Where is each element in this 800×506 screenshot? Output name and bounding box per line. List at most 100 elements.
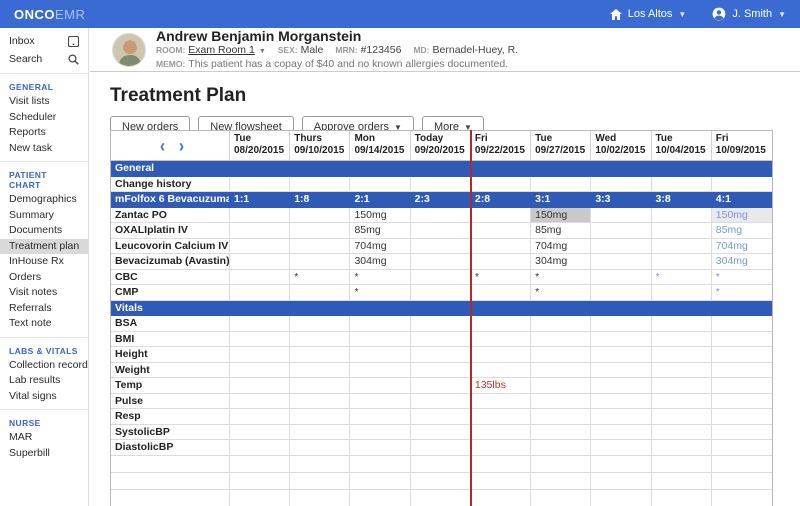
cell-oxaliplatin-iv-10-02-2015[interactable] bbox=[591, 223, 651, 239]
cell-mfolfox-6-bevacuzumab-09-20-2015[interactable]: 2:3 bbox=[411, 192, 471, 208]
cell-bevacizumab-avastin-iv-09-14-2015[interactable]: 304mg bbox=[350, 254, 410, 270]
cell-resp-10-04-2015[interactable] bbox=[652, 409, 712, 425]
cell-bmi-09-10-2015[interactable] bbox=[290, 332, 350, 348]
cell-cmp-09-27-2015[interactable]: * bbox=[531, 285, 591, 301]
cell-leucovorin-calcium-iv-09-10-2015[interactable] bbox=[290, 239, 350, 255]
cell-weight-09-14-2015[interactable] bbox=[350, 363, 410, 379]
column-header-08-20-2015[interactable]: Tue08/20/2015 bbox=[230, 131, 290, 161]
cell-systolicbp-08-20-2015[interactable] bbox=[230, 425, 290, 441]
sidebar-item-search[interactable]: Search bbox=[0, 50, 88, 68]
cell-height-09-22-2015[interactable] bbox=[471, 347, 531, 363]
cell-systolicbp-10-04-2015[interactable] bbox=[652, 425, 712, 441]
cell-systolicbp-09-22-2015[interactable] bbox=[471, 425, 531, 441]
cell-systolicbp-09-14-2015[interactable] bbox=[350, 425, 410, 441]
cell-mfolfox-6-bevacuzumab-08-20-2015[interactable]: 1:1 bbox=[230, 192, 290, 208]
cell-resp-08-20-2015[interactable] bbox=[230, 409, 290, 425]
cell-change-history-10-09-2015[interactable] bbox=[712, 177, 772, 193]
cell-bsa-09-22-2015[interactable] bbox=[471, 316, 531, 332]
next-dates-button[interactable]: › bbox=[179, 138, 184, 156]
sidebar-item-referrals[interactable]: Referrals bbox=[0, 301, 88, 317]
cell-height-08-20-2015[interactable] bbox=[230, 347, 290, 363]
cell-oxaliplatin-iv-10-09-2015[interactable]: 85mg bbox=[712, 223, 772, 239]
cell-temp-09-14-2015[interactable] bbox=[350, 378, 410, 394]
cell-resp-10-09-2015[interactable] bbox=[712, 409, 772, 425]
cell-bevacizumab-avastin-iv-09-22-2015[interactable] bbox=[471, 254, 531, 270]
column-header-09-22-2015[interactable]: Fri09/22/2015 bbox=[471, 131, 531, 161]
cell-zantac-po-08-20-2015[interactable] bbox=[230, 208, 290, 224]
cell-bsa-09-27-2015[interactable] bbox=[531, 316, 591, 332]
cell-cmp-09-22-2015[interactable] bbox=[471, 285, 531, 301]
row-label-weight[interactable]: Weight bbox=[111, 363, 230, 379]
cell-pulse-10-04-2015[interactable] bbox=[652, 394, 712, 410]
cell-oxaliplatin-iv-08-20-2015[interactable] bbox=[230, 223, 290, 239]
cell-zantac-po-09-27-2015[interactable]: 150mg bbox=[531, 208, 591, 224]
cell-diastolicbp-10-09-2015[interactable] bbox=[712, 440, 772, 456]
location-menu[interactable]: Los Altos ▼ bbox=[610, 8, 687, 20]
row-label-cbc[interactable]: CBC bbox=[111, 270, 230, 286]
cell-diastolicbp-09-14-2015[interactable] bbox=[350, 440, 410, 456]
cell-cmp-10-02-2015[interactable] bbox=[591, 285, 651, 301]
cell-pulse-10-09-2015[interactable] bbox=[712, 394, 772, 410]
column-header-09-27-2015[interactable]: Tue09/27/2015 bbox=[531, 131, 591, 161]
cell-height-09-10-2015[interactable] bbox=[290, 347, 350, 363]
row-label-diastolicbp[interactable]: DiastolicBP bbox=[111, 440, 230, 456]
cell-bsa-10-02-2015[interactable] bbox=[591, 316, 651, 332]
cell-bmi-10-09-2015[interactable] bbox=[712, 332, 772, 348]
cell-mfolfox-6-bevacuzumab-09-22-2015[interactable]: 2:8 bbox=[471, 192, 531, 208]
row-label-change-history[interactable]: Change history bbox=[111, 177, 230, 193]
cell-cbc-09-22-2015[interactable]: * bbox=[471, 270, 531, 286]
cell-height-09-14-2015[interactable] bbox=[350, 347, 410, 363]
cell-systolicbp-10-09-2015[interactable] bbox=[712, 425, 772, 441]
cell-weight-09-27-2015[interactable] bbox=[531, 363, 591, 379]
cell-pulse-08-20-2015[interactable] bbox=[230, 394, 290, 410]
sidebar-item-scheduler[interactable]: Scheduler bbox=[0, 110, 88, 126]
cell-leucovorin-calcium-iv-09-20-2015[interactable] bbox=[411, 239, 471, 255]
cell-diastolicbp-09-10-2015[interactable] bbox=[290, 440, 350, 456]
cell-oxaliplatin-iv-09-27-2015[interactable]: 85mg bbox=[531, 223, 591, 239]
sidebar-item-inbox[interactable]: Inbox bbox=[0, 32, 88, 50]
cell-height-10-04-2015[interactable] bbox=[652, 347, 712, 363]
cell-bevacizumab-avastin-iv-10-09-2015[interactable]: 304mg bbox=[712, 254, 772, 270]
sidebar-item-demographics[interactable]: Demographics bbox=[0, 192, 88, 208]
cell-leucovorin-calcium-iv-09-22-2015[interactable] bbox=[471, 239, 531, 255]
cell-weight-09-20-2015[interactable] bbox=[411, 363, 471, 379]
cell-bevacizumab-avastin-iv-09-27-2015[interactable]: 304mg bbox=[531, 254, 591, 270]
cell-bevacizumab-avastin-iv-10-02-2015[interactable] bbox=[591, 254, 651, 270]
cell-bsa-10-04-2015[interactable] bbox=[652, 316, 712, 332]
cell-weight-10-04-2015[interactable] bbox=[652, 363, 712, 379]
cell-oxaliplatin-iv-10-04-2015[interactable] bbox=[652, 223, 712, 239]
cell-cbc-10-09-2015[interactable]: * bbox=[712, 270, 772, 286]
cell-weight-08-20-2015[interactable] bbox=[230, 363, 290, 379]
cell-bmi-10-04-2015[interactable] bbox=[652, 332, 712, 348]
prev-dates-button[interactable]: ‹ bbox=[160, 138, 165, 156]
sidebar-item-new-task[interactable]: New task bbox=[0, 141, 88, 157]
cell-mfolfox-6-bevacuzumab-09-27-2015[interactable]: 3:1 bbox=[531, 192, 591, 208]
cell-diastolicbp-09-22-2015[interactable] bbox=[471, 440, 531, 456]
cell-cmp-08-20-2015[interactable] bbox=[230, 285, 290, 301]
cell-systolicbp-09-27-2015[interactable] bbox=[531, 425, 591, 441]
cell-zantac-po-09-20-2015[interactable] bbox=[411, 208, 471, 224]
cell-mfolfox-6-bevacuzumab-09-14-2015[interactable]: 2:1 bbox=[350, 192, 410, 208]
cell-bevacizumab-avastin-iv-08-20-2015[interactable] bbox=[230, 254, 290, 270]
cell-change-history-10-04-2015[interactable] bbox=[652, 177, 712, 193]
cell-bmi-08-20-2015[interactable] bbox=[230, 332, 290, 348]
cell-resp-09-22-2015[interactable] bbox=[471, 409, 531, 425]
cell-bmi-10-02-2015[interactable] bbox=[591, 332, 651, 348]
cell-bsa-09-10-2015[interactable] bbox=[290, 316, 350, 332]
cell-oxaliplatin-iv-09-22-2015[interactable] bbox=[471, 223, 531, 239]
row-label-bsa[interactable]: BSA bbox=[111, 316, 230, 332]
cell-bmi-09-27-2015[interactable] bbox=[531, 332, 591, 348]
cell-cbc-08-20-2015[interactable] bbox=[230, 270, 290, 286]
cell-resp-09-10-2015[interactable] bbox=[290, 409, 350, 425]
cell-change-history-09-10-2015[interactable] bbox=[290, 177, 350, 193]
sidebar-item-superbill[interactable]: Superbill bbox=[0, 446, 88, 462]
cell-zantac-po-09-22-2015[interactable] bbox=[471, 208, 531, 224]
column-header-09-10-2015[interactable]: Thurs09/10/2015 bbox=[290, 131, 350, 161]
cell-mfolfox-6-bevacuzumab-10-09-2015[interactable]: 4:1 bbox=[712, 192, 772, 208]
cell-cmp-10-04-2015[interactable] bbox=[652, 285, 712, 301]
cell-bmi-09-20-2015[interactable] bbox=[411, 332, 471, 348]
cell-temp-09-22-2015[interactable]: 135lbs bbox=[471, 378, 531, 394]
cell-oxaliplatin-iv-09-10-2015[interactable] bbox=[290, 223, 350, 239]
cell-bmi-09-22-2015[interactable] bbox=[471, 332, 531, 348]
cell-zantac-po-10-09-2015[interactable]: 150mg bbox=[712, 208, 772, 224]
